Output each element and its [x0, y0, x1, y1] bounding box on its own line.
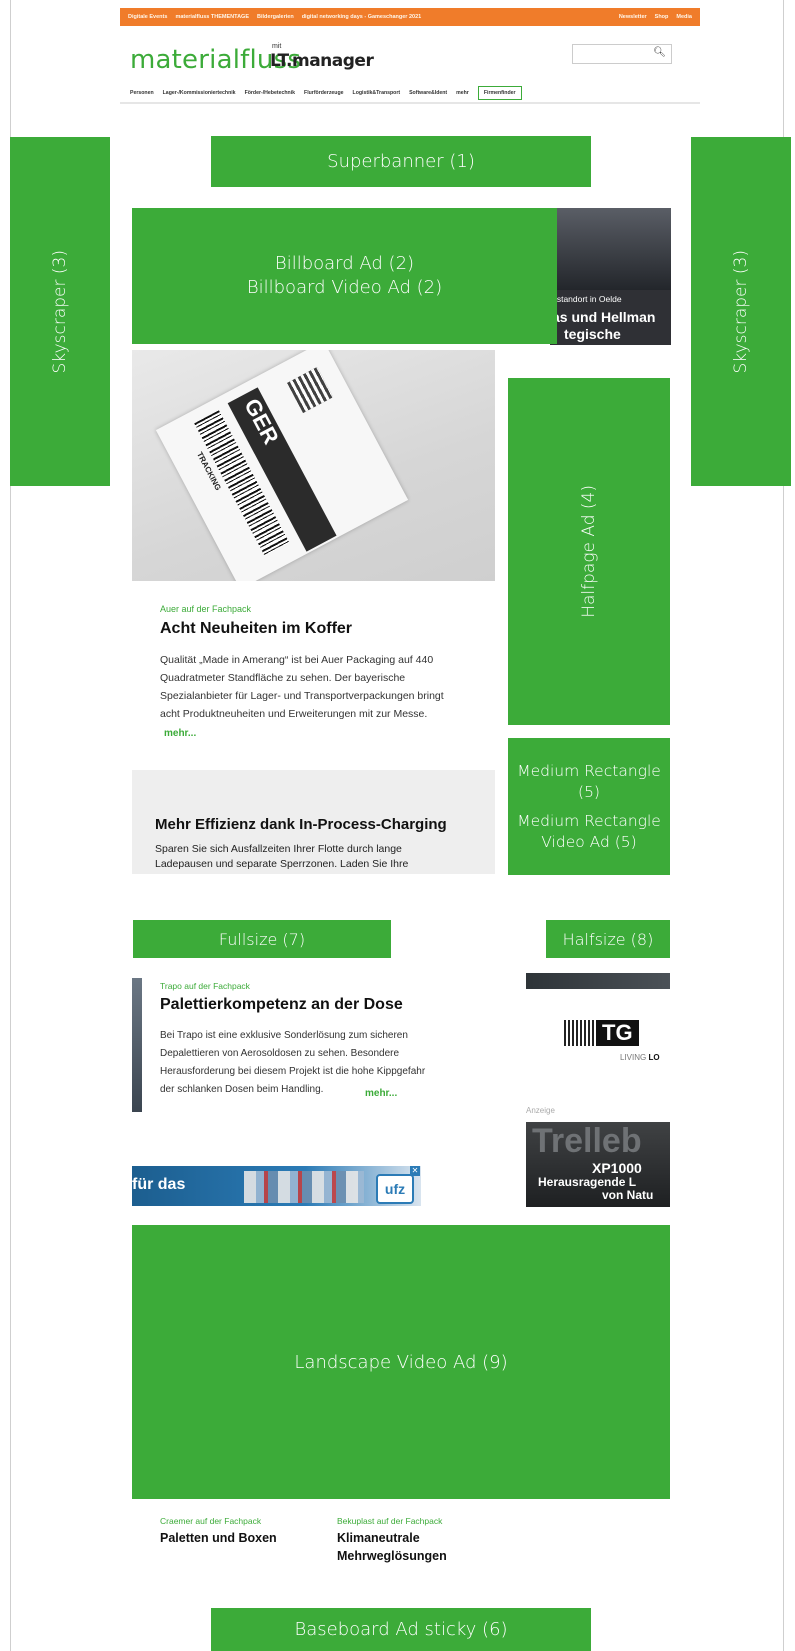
baseboard-ad[interactable]: Baseboard Ad sticky (6)	[211, 1608, 591, 1651]
tg-tagline-suffix: LO	[648, 1053, 660, 1062]
article-body-line: Qualität „Made in Amerang“ ist bei Auer …	[160, 654, 434, 666]
ufz-banner-image	[244, 1171, 364, 1203]
article-headline[interactable]: Acht Neuheiten im Koffer	[160, 620, 352, 638]
sponsored-body-line: Ladepausen und separate Sperrzonen. Lade…	[155, 858, 409, 870]
ad-thumb[interactable]	[526, 973, 670, 989]
article-body-line: Quadratmeter Standfläche zu sehen. Der b…	[160, 672, 406, 684]
logo-sub-text[interactable]: LT.manager	[270, 51, 374, 71]
article-body-line: Spezialanbieter für Lager- und Transport…	[160, 690, 444, 702]
billboard-label: Billboard Ad (2)	[274, 253, 415, 274]
article-kicker: Auer auf der Fachpack	[160, 604, 252, 614]
teaser-photo-headline: tegische	[564, 326, 621, 342]
close-icon[interactable]: ✕	[410, 1166, 420, 1176]
halfsize-ad[interactable]: Halfsize (8)	[546, 920, 670, 958]
article-body-line: Bei Trapo ist eine exklusive Sonderlösun…	[160, 1030, 408, 1041]
qr-code-icon	[287, 367, 334, 414]
firmenfinder-button[interactable]: Firmenfinder	[477, 86, 522, 100]
ufz-banner-ad[interactable]: für das ufz ✕	[132, 1166, 421, 1206]
teaser-headline: Paletten und Boxen	[160, 1531, 277, 1545]
ufz-banner-text: für das	[132, 1176, 186, 1193]
nav-item[interactable]: Förder-/Hebetechnik	[245, 90, 295, 96]
billboard-ad[interactable]: Billboard Ad (2) Billboard Video Ad (2)	[132, 208, 557, 344]
article-body-line: acht Produktneuheiten und Erweiterungen …	[160, 708, 428, 720]
medium-rectangle-label: Medium Rectangle (5)	[517, 761, 661, 801]
trelleborg-ad[interactable]: Trelleb XP1000 Herausragende L von Natu	[526, 1122, 670, 1207]
tg-logo-text: TG	[596, 1020, 639, 1046]
bottom-teaser[interactable]: Craemer auf der Fachpack Paletten und Bo…	[160, 1516, 277, 1547]
article-body: Qualität „Made in Amerang“ ist bei Auer …	[160, 651, 444, 723]
topbar-link[interactable]: Shop	[655, 14, 669, 20]
main-nav: Personen Lager-/Kommissioniertechnik För…	[130, 86, 670, 100]
teaser-kicker: Craemer auf der Fachpack	[160, 1516, 262, 1526]
treb-line: von Natu	[602, 1188, 654, 1202]
sponsored-headline: Mehr Effizienz dank In-Process-Charging	[155, 816, 447, 833]
treb-line: Herausragende L	[538, 1175, 637, 1189]
teaser-headline: Mehrweglösungen	[337, 1549, 447, 1563]
bottom-teaser[interactable]: Bekuplast auf der Fachpack Klimaneutrale…	[337, 1516, 447, 1565]
skyscraper-label: Skyscraper (3)	[731, 249, 751, 374]
ufz-logo: ufz	[376, 1174, 414, 1204]
nav-item[interactable]: Flurförderzeuge	[304, 90, 344, 96]
topbar-link[interactable]: Newsletter	[619, 14, 647, 20]
superbanner-ad[interactable]: Superbanner (1)	[211, 136, 591, 187]
sponsored-body: Sparen Sie sich Ausfallzeiten Ihrer Flot…	[155, 842, 408, 872]
halfsize-label: Halfsize (8)	[562, 929, 654, 949]
landscape-video-label: Landscape Video Ad (9)	[294, 1351, 508, 1373]
skyscraper-label: Skyscraper (3)	[50, 249, 70, 374]
teaser-photo-image	[550, 208, 671, 290]
article-image-label[interactable]: GER TRACKING	[132, 350, 495, 581]
topbar-link[interactable]: digital networking days - Gameschanger 2…	[302, 14, 422, 20]
halfpage-label: Halfpage Ad (4)	[579, 485, 599, 618]
nav-divider	[120, 102, 700, 104]
sponsored-body-line: Sparen Sie sich Ausfallzeiten Ihrer Flot…	[155, 843, 402, 855]
more-link[interactable]: mehr...	[365, 1088, 397, 1099]
topbar-link[interactable]: Bildergalerien	[257, 14, 294, 20]
tg-ad-logo[interactable]: TG	[564, 1020, 639, 1046]
search-input[interactable]: 🔍︎	[572, 44, 672, 64]
skyscraper-ad-right[interactable]: Skyscraper (3)	[691, 137, 791, 486]
topbar-link[interactable]: Digitale Events	[128, 14, 167, 20]
shipping-label: GER TRACKING	[155, 350, 409, 581]
tg-tagline: LIVING LO	[620, 1053, 660, 1062]
nav-item[interactable]: Software&Ident	[409, 90, 447, 96]
article-body-line: Herausforderung bei diesem Projekt ist d…	[160, 1066, 426, 1077]
nav-item[interactable]: Personen	[130, 90, 154, 96]
teaser-headline: Klimaneutrale	[337, 1531, 420, 1545]
anzeige-label: Anzeige	[526, 1106, 555, 1115]
skyscraper-ad-left[interactable]: Skyscraper (3)	[10, 137, 110, 486]
logo-mit-text: mit	[272, 43, 282, 50]
more-link[interactable]: mehr...	[164, 728, 196, 739]
nav-item[interactable]: mehr	[456, 90, 469, 96]
topbar-link[interactable]: materialfluss THEMENTAGE	[175, 14, 249, 20]
teaser-kicker: Bekuplast auf der Fachpack	[337, 1516, 443, 1526]
topbar-link[interactable]: Media	[676, 14, 692, 20]
fullsize-label: Fullsize (7)	[218, 929, 306, 949]
teaser-photo-headline: as und Hellman	[552, 309, 656, 325]
teaser-photo[interactable]: rstandort in Oelde as und Hellman tegisc…	[550, 208, 671, 345]
halfpage-ad[interactable]: Halfpage Ad (4)	[508, 378, 670, 725]
medium-rectangle-ad[interactable]: Medium Rectangle (5) Medium Rectangle Vi…	[508, 738, 670, 875]
billboard-video-label: Billboard Video Ad (2)	[246, 277, 443, 298]
landscape-video-ad[interactable]: Landscape Video Ad (9)	[132, 1225, 670, 1499]
teaser-photo-caption: rstandort in Oelde	[554, 294, 622, 304]
tg-tagline-prefix: LIVING	[620, 1053, 649, 1062]
baseboard-label: Baseboard Ad sticky (6)	[294, 1619, 508, 1640]
article-kicker: Trapo auf der Fachpack	[160, 981, 250, 991]
nav-item[interactable]: Logistik&Transport	[353, 90, 401, 96]
treb-model: XP1000	[592, 1160, 642, 1176]
article-body-line: Depalettieren von Aerosoldosen zu sehen.…	[160, 1048, 400, 1059]
article-headline[interactable]: Palettierkompetenz an der Dose	[160, 996, 403, 1014]
treb-title: Trelleb	[532, 1122, 642, 1160]
barcode-icon	[564, 1020, 596, 1046]
top-bar: Digitale Events materialfluss THEMENTAGE…	[120, 8, 700, 26]
search-icon[interactable]: 🔍︎	[653, 47, 666, 58]
superbanner-label: Superbanner (1)	[327, 151, 475, 172]
medium-rectangle-video-label: Medium Rectangle Video Ad (5)	[517, 811, 661, 851]
sponsored-teaser[interactable]: Mehr Effizienz dank In-Process-Charging …	[132, 770, 495, 874]
article-thumb[interactable]	[132, 978, 142, 1112]
nav-item[interactable]: Lager-/Kommissioniertechnik	[163, 90, 236, 96]
fullsize-ad[interactable]: Fullsize (7)	[133, 920, 391, 958]
